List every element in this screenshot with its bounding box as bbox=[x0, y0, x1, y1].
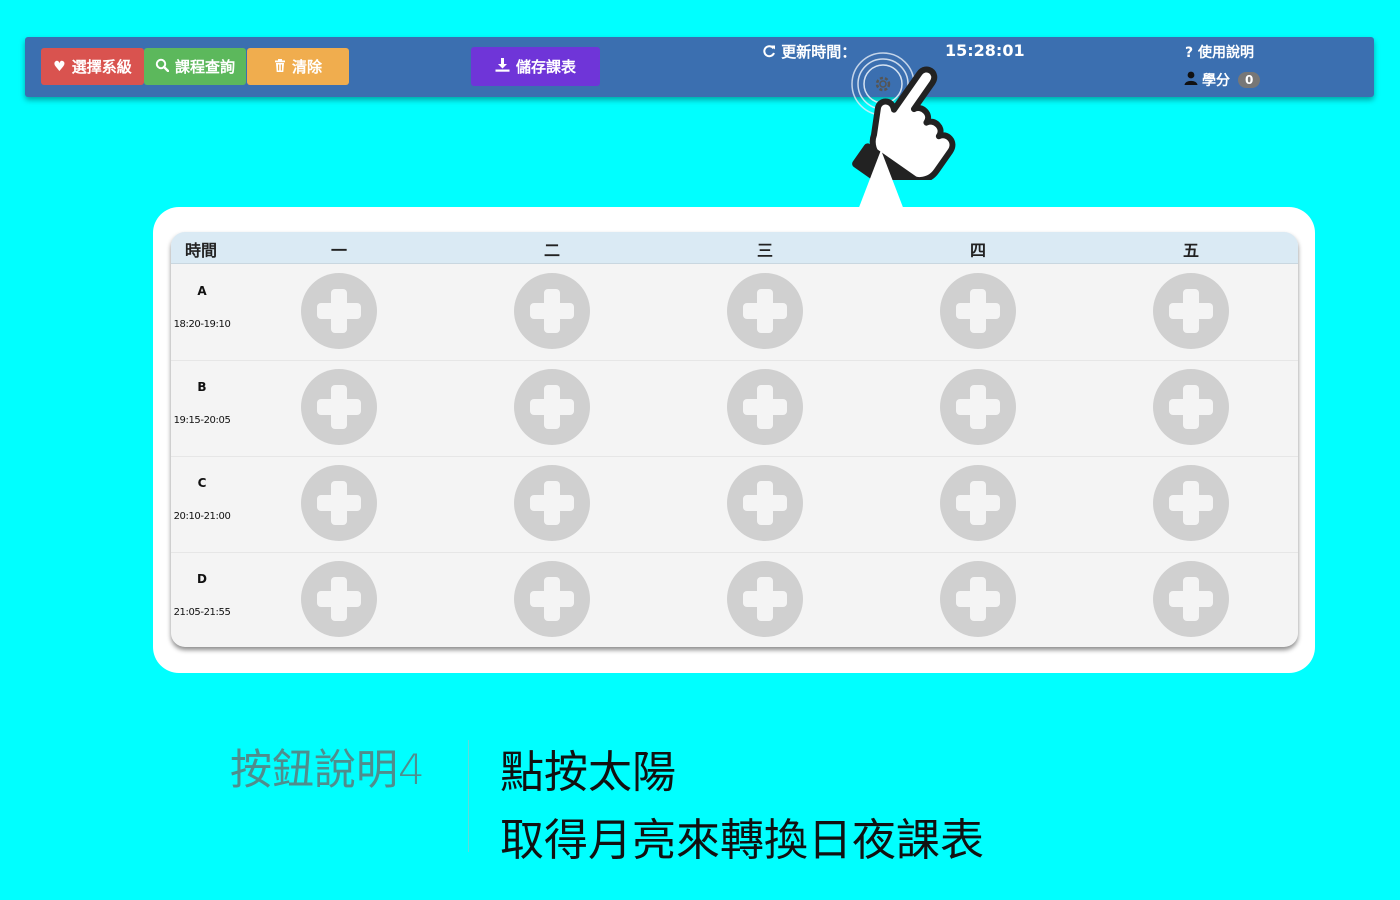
add-course-plus-circle-icon[interactable] bbox=[940, 561, 1016, 637]
period-label: D 21:05-21:55 bbox=[171, 552, 233, 647]
day-header-thu: 四 bbox=[970, 241, 987, 260]
search-icon bbox=[155, 58, 170, 75]
day-header-mon: 一 bbox=[331, 241, 348, 260]
clear-label: 清除 bbox=[291, 58, 322, 76]
day-header-wed: 三 bbox=[757, 241, 774, 260]
top-navbar: ♥ 選擇系級 課程查詢 清除 儲存課表 更新時間： 15:28:01 ? 使用說… bbox=[25, 37, 1374, 116]
add-course-plus-circle-icon[interactable] bbox=[727, 561, 803, 637]
trash-icon bbox=[274, 58, 286, 75]
caption-divider bbox=[468, 740, 469, 852]
select-department-button[interactable]: ♥ 選擇系級 bbox=[41, 48, 144, 85]
period-time: 18:20-19:10 bbox=[173, 319, 231, 330]
period-time: 20:10-21:00 bbox=[173, 511, 231, 522]
period-code: B bbox=[197, 380, 207, 394]
period-label: A 18:20-19:10 bbox=[171, 264, 233, 360]
table-row: C 20:10-21:00 bbox=[171, 456, 1298, 553]
help-link[interactable]: ? 使用說明 bbox=[1185, 42, 1254, 62]
add-course-plus-circle-icon[interactable] bbox=[727, 465, 803, 541]
caption-line-2: 取得月亮來轉換日夜課表 bbox=[500, 815, 984, 866]
callout-tail bbox=[858, 150, 904, 210]
add-course-plus-circle-icon[interactable] bbox=[1153, 465, 1229, 541]
select-department-label: 選擇系級 bbox=[71, 58, 132, 76]
period-label: C 20:10-21:00 bbox=[171, 456, 233, 552]
add-course-plus-circle-icon[interactable] bbox=[514, 561, 590, 637]
caption-line-1: 點按太陽 bbox=[500, 747, 676, 798]
heart-icon: ♥ bbox=[53, 58, 66, 75]
update-time-label: 更新時間： bbox=[781, 43, 857, 61]
add-course-plus-circle-icon[interactable] bbox=[1153, 273, 1229, 349]
period-time: 19:15-20:05 bbox=[173, 415, 231, 426]
question-icon: ? bbox=[1185, 45, 1194, 61]
course-search-button[interactable]: 課程查詢 bbox=[144, 48, 246, 85]
add-course-plus-circle-icon[interactable] bbox=[301, 465, 377, 541]
credits-label: 學分 bbox=[1202, 73, 1230, 89]
day-header-fri: 五 bbox=[1183, 241, 1200, 260]
add-course-plus-circle-icon[interactable] bbox=[940, 273, 1016, 349]
course-search-label: 課程查詢 bbox=[174, 58, 235, 76]
add-course-plus-circle-icon[interactable] bbox=[514, 273, 590, 349]
period-code: D bbox=[197, 572, 207, 586]
refresh-icon bbox=[762, 43, 781, 61]
add-course-plus-circle-icon[interactable] bbox=[1153, 369, 1229, 445]
caption-title: 按鈕說明4 bbox=[230, 745, 425, 794]
table-header: 時間 一 二 三 四 五 bbox=[171, 232, 1298, 264]
day-header-tue: 二 bbox=[544, 241, 561, 260]
add-course-plus-circle-icon[interactable] bbox=[727, 273, 803, 349]
period-code: C bbox=[197, 476, 207, 490]
save-schedule-label: 儲存課表 bbox=[515, 58, 576, 76]
download-icon bbox=[495, 58, 510, 75]
period-label: B 19:15-20:05 bbox=[171, 360, 233, 456]
update-time-value: 15:28:01 bbox=[945, 41, 1025, 60]
period-time: 21:05-21:55 bbox=[173, 607, 231, 618]
add-course-plus-circle-icon[interactable] bbox=[1153, 561, 1229, 637]
add-course-plus-circle-icon[interactable] bbox=[301, 561, 377, 637]
period-code: A bbox=[197, 284, 207, 298]
add-course-plus-circle-icon[interactable] bbox=[940, 369, 1016, 445]
schedule-table: 時間 一 二 三 四 五 A 18:20-19:10 B 19:15-20:05… bbox=[171, 232, 1298, 647]
add-course-plus-circle-icon[interactable] bbox=[727, 369, 803, 445]
save-schedule-button[interactable]: 儲存課表 bbox=[471, 47, 600, 86]
help-label: 使用說明 bbox=[1198, 45, 1254, 61]
table-row: A 18:20-19:10 bbox=[171, 264, 1298, 361]
add-course-plus-circle-icon[interactable] bbox=[514, 465, 590, 541]
credits-display: 學分 0 bbox=[1184, 70, 1261, 90]
time-column-header: 時間 bbox=[185, 241, 218, 260]
add-course-plus-circle-icon[interactable] bbox=[514, 369, 590, 445]
credits-badge: 0 bbox=[1238, 72, 1261, 88]
add-course-plus-circle-icon[interactable] bbox=[301, 273, 377, 349]
add-course-plus-circle-icon[interactable] bbox=[940, 465, 1016, 541]
update-time-label-group: 更新時間： bbox=[762, 41, 856, 62]
add-course-plus-circle-icon[interactable] bbox=[301, 369, 377, 445]
table-row: B 19:15-20:05 bbox=[171, 360, 1298, 457]
table-row: D 21:05-21:55 bbox=[171, 552, 1298, 647]
user-icon bbox=[1184, 71, 1198, 89]
clear-button[interactable]: 清除 bbox=[247, 48, 349, 85]
